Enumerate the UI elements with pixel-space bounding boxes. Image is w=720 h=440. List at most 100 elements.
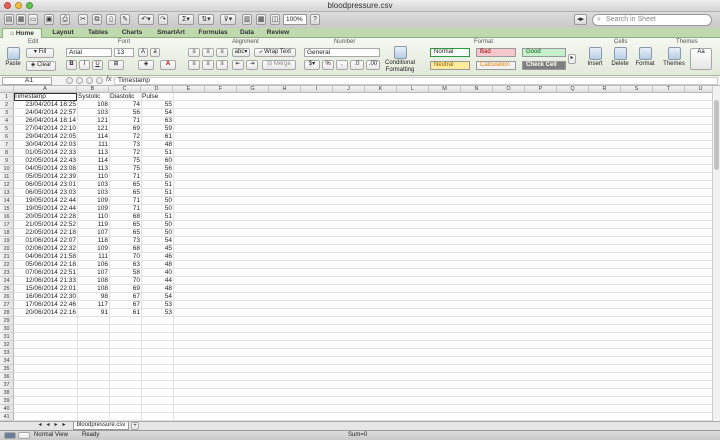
align-right-icon[interactable]: ≡ [216,60,228,70]
data-cell[interactable]: 12/06/2014 21:33 [14,277,77,285]
row-header[interactable]: 1 [0,93,14,101]
row-header[interactable]: 31 [0,333,14,341]
row-header[interactable]: 14 [0,197,14,205]
data-cell[interactable]: 75 [109,165,141,173]
data-cell[interactable]: 54 [141,237,173,245]
row-header[interactable]: 13 [0,189,14,197]
align-middle-icon[interactable]: ≡ [202,48,214,57]
percent-format-icon[interactable]: % [322,60,334,70]
data-cell[interactable]: 113 [77,165,109,173]
row-header[interactable]: 38 [0,389,14,397]
first-sheet-icon[interactable]: ◂ [36,422,44,430]
row-header[interactable]: 7 [0,141,14,149]
page-layout-view-icon[interactable] [18,432,30,439]
data-cell[interactable]: 46 [141,253,173,261]
currency-format-icon[interactable]: $▾ [304,60,320,70]
tab-review[interactable]: Review [262,28,294,38]
row-header[interactable]: 16 [0,213,14,221]
data-cell[interactable]: 20/06/2014 22:16 [14,309,77,317]
data-cell[interactable]: 72 [109,149,141,157]
data-cell[interactable]: 48 [141,285,173,293]
data-cell[interactable]: 103 [77,181,109,189]
data-cell[interactable]: 111 [77,141,109,149]
column-header[interactable]: P [525,86,557,93]
theme-fonts-icon[interactable]: Aa [690,48,712,70]
data-cell[interactable]: 48 [141,261,173,269]
sheet-tab[interactable]: bloodpressure.csv [73,422,129,430]
save-icon[interactable]: ▣ [44,14,54,25]
data-cell[interactable]: 67 [109,293,141,301]
data-cell[interactable]: 91 [77,309,109,317]
data-cell[interactable]: 50 [141,205,173,213]
data-cell[interactable]: 108 [77,101,109,109]
merge-button[interactable]: ⊟ Merge [262,60,296,70]
column-header[interactable]: G [237,86,269,93]
row-header[interactable]: 17 [0,221,14,229]
row-header[interactable]: 36 [0,373,14,381]
column-header[interactable]: S [621,86,653,93]
data-cell[interactable]: 04/06/2014 21:58 [14,253,77,261]
data-cell[interactable]: 109 [77,245,109,253]
column-header[interactable]: T [653,86,685,93]
templates-icon[interactable]: ▦ [16,14,26,25]
row-header[interactable]: 34 [0,357,14,365]
data-cell[interactable]: 05/06/2014 22:18 [14,261,77,269]
undo-icon[interactable]: ↶▾ [138,14,154,25]
data-cell[interactable]: 02/06/2014 22:32 [14,245,77,253]
filter-icon[interactable]: ⊽▾ [220,14,236,25]
row-header[interactable]: 40 [0,405,14,413]
format-button[interactable]: Format [634,47,656,68]
data-cell[interactable]: 67 [109,301,141,309]
delete-button[interactable]: Delete [609,47,631,68]
row-header[interactable]: 18 [0,229,14,237]
toolbox-icon[interactable]: ▩ [256,14,266,25]
data-cell[interactable]: 21/05/2014 22:52 [14,221,77,229]
vertical-scrollbar[interactable] [712,86,720,421]
column-header[interactable]: O [493,86,525,93]
data-cell[interactable]: 71 [109,205,141,213]
tab-data[interactable]: Data [234,28,260,38]
style-check-cell[interactable]: Check Cell [522,61,566,70]
tab-charts[interactable]: Charts [116,28,148,38]
scroll-thumb[interactable] [714,100,719,170]
row-header[interactable]: 21 [0,253,14,261]
fill-color-icon[interactable]: ◈ [138,60,154,70]
data-cell[interactable]: 68 [109,245,141,253]
data-cell[interactable]: 114 [77,157,109,165]
sheet-nav-icon[interactable]: ◂▸ [574,14,587,25]
data-cell[interactable]: 103 [77,109,109,117]
data-cell[interactable]: 72 [109,133,141,141]
data-cell[interactable]: 65 [109,189,141,197]
row-header[interactable]: 33 [0,349,14,357]
prev-sheet-icon[interactable]: ◂ [44,422,52,430]
data-cell[interactable]: 04/05/2014 23:08 [14,165,77,173]
data-cell[interactable]: 26/04/2014 18:14 [14,117,77,125]
data-cell[interactable]: 111 [77,253,109,261]
formula-options-icon[interactable] [66,77,73,84]
data-cell[interactable]: 17/06/2014 22:46 [14,301,77,309]
insert-button[interactable]: Insert [584,47,606,68]
column-header[interactable]: F [205,86,237,93]
conditional-formatting-button[interactable]: Conditional Formatting [384,46,416,74]
data-cell[interactable]: 54 [141,293,173,301]
data-cell[interactable]: 65 [109,221,141,229]
shrink-font-icon[interactable]: a [150,48,160,57]
style-calculation[interactable]: Calculation [476,61,516,70]
row-header[interactable]: 30 [0,325,14,333]
data-cell[interactable]: 70 [109,253,141,261]
borders-icon[interactable]: ⊞ [108,60,124,70]
row-header[interactable]: 22 [0,261,14,269]
data-cell[interactable]: 16/06/2014 22:30 [14,293,77,301]
data-cell[interactable]: 110 [77,213,109,221]
name-box[interactable]: A1 [2,77,52,85]
data-cell[interactable]: 63 [141,117,173,125]
row-header[interactable]: 2 [0,101,14,109]
comma-format-icon[interactable]: , [336,60,348,70]
align-left-icon[interactable]: ≡ [188,60,200,70]
normal-view-icon[interactable] [4,432,16,439]
column-header[interactable]: L [397,86,429,93]
gallery-icon[interactable]: ▥ [242,14,252,25]
grow-font-icon[interactable]: A [138,48,148,57]
data-cell[interactable]: 56 [109,109,141,117]
row-header[interactable]: 25 [0,285,14,293]
